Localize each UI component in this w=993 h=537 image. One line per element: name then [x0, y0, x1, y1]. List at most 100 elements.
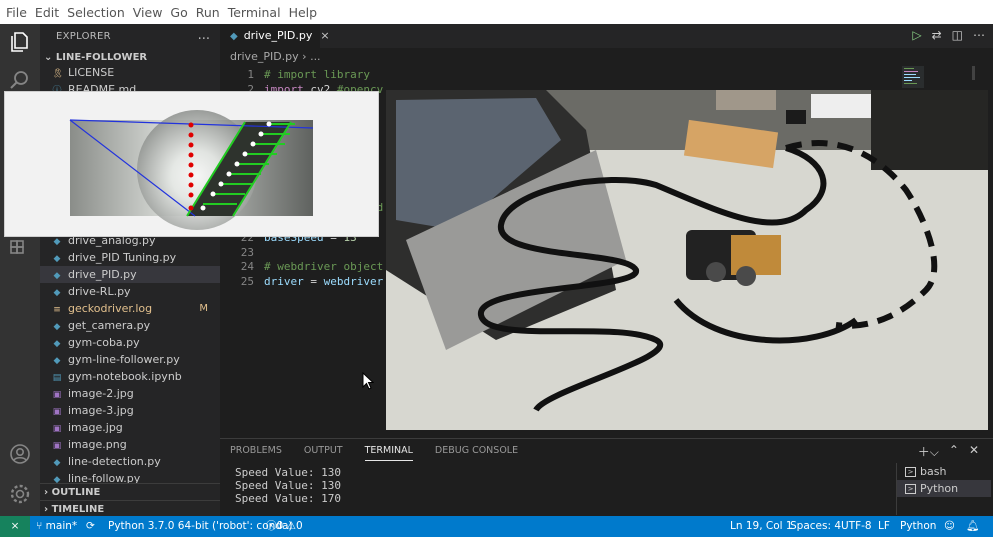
line-ending[interactable]: LF	[878, 516, 890, 537]
terminal-icon: >	[905, 484, 916, 494]
close-icon[interactable]: ×	[320, 29, 329, 42]
interpreter-selector[interactable]: Python 3.7.0 64-bit ('robot': conda)	[108, 516, 292, 537]
terminal-line: Speed Value: 170	[235, 492, 341, 505]
file-name: line-detection.py	[68, 455, 161, 468]
language-mode[interactable]: Python	[900, 516, 936, 537]
file-item[interactable]: ▤ gym-notebook.ipynb	[40, 368, 220, 385]
code-line: 24 # webdriver object	[220, 259, 383, 274]
more-actions-icon[interactable]: ⋯	[973, 28, 985, 42]
remote-icon[interactable]: ⨯	[0, 516, 30, 537]
timeline-section[interactable]: › TIMELINE	[40, 500, 220, 516]
code-line: 23	[220, 245, 264, 260]
compare-icon[interactable]: ⇄	[932, 28, 942, 42]
encoding[interactable]: UTF-8	[841, 516, 872, 537]
menu-run[interactable]: Run	[196, 5, 220, 20]
tab-terminal[interactable]: TERMINAL	[364, 445, 413, 461]
run-icon[interactable]: ▷	[912, 28, 921, 42]
code-token: =	[303, 275, 324, 289]
error-icon: ⓧ	[266, 520, 277, 532]
tab-drive-pid[interactable]: ◆ drive_PID.py ×	[220, 24, 330, 48]
terminal-name: bash	[920, 465, 947, 478]
file-item[interactable]: ◆ line-detection.py	[40, 453, 220, 470]
terminal-line: Speed Value: 130	[235, 466, 341, 479]
menu-file[interactable]: File	[6, 5, 27, 20]
menu-help[interactable]: Help	[289, 5, 318, 20]
close-icon[interactable]: ✕	[969, 443, 979, 460]
file-name: gym-line-follower.py	[68, 353, 180, 366]
branch-indicator[interactable]: ⑂ main*	[36, 516, 77, 537]
problems-indicator[interactable]: ⓧ0 ⚠0	[266, 516, 303, 537]
terminal-icon: >	[905, 467, 916, 477]
folder-name: LINE-FOLLOWER	[55, 52, 148, 63]
file-name: get_camera.py	[68, 319, 151, 332]
more-actions-icon[interactable]: ...	[198, 28, 210, 43]
camera-frame-image	[69, 110, 314, 230]
chevron-down-icon: ⌄	[44, 52, 53, 63]
robot-video-overlay	[386, 90, 988, 430]
menu-bar: File Edit Selection View Go Run Terminal…	[0, 0, 993, 24]
terminal-item-python[interactable]: > Python	[897, 480, 991, 497]
menu-edit[interactable]: Edit	[35, 5, 59, 20]
file-item[interactable]: ◆ get_camera.py	[40, 317, 220, 334]
file-item[interactable]: ▣ image.png	[40, 436, 220, 453]
folder-header[interactable]: ⌄ LINE-FOLLOWER	[44, 52, 147, 63]
file-item[interactable]: ◆ drive_PID.py	[40, 266, 220, 283]
add-terminal-icon[interactable]: ＋⌵	[918, 443, 939, 460]
file-item[interactable]: ◆ gym-coba.py	[40, 334, 220, 351]
file-item[interactable]: ≡ geckodriver.log M	[40, 300, 220, 317]
file-item[interactable]: ◆ drive_PID Tuning.py	[40, 249, 220, 266]
tab-problems[interactable]: PROBLEMS	[230, 445, 282, 461]
terminal-line: Speed Value: 130	[235, 479, 341, 492]
file-item[interactable]: 🎗 LICENSE	[40, 64, 220, 81]
tab-output[interactable]: OUTPUT	[304, 445, 343, 461]
warning-count: 0	[295, 520, 303, 532]
line-number: 1	[247, 68, 254, 81]
file-name: geckodriver.log	[68, 302, 153, 315]
gear-icon[interactable]	[8, 482, 32, 506]
files-icon[interactable]	[8, 30, 32, 54]
menu-selection[interactable]: Selection	[67, 5, 125, 20]
timeline-label: TIMELINE	[51, 504, 105, 515]
split-editor-icon[interactable]: ◫	[952, 28, 963, 42]
status-bar: ⨯ ⑂ main* ⟳ Python 3.7.0 64-bit ('robot'…	[0, 516, 993, 537]
breadcrumb[interactable]: drive_PID.py › ...	[220, 48, 993, 66]
panel-tabs: PROBLEMS OUTPUT TERMINAL DEBUG CONSOLE	[230, 445, 518, 461]
cursor-position[interactable]: Ln 19, Col 1	[730, 516, 793, 537]
file-name: drive_PID Tuning.py	[68, 251, 177, 264]
file-name: gym-notebook.ipynb	[68, 370, 182, 383]
file-item[interactable]: ▣ image-3.jpg	[40, 402, 220, 419]
search-icon[interactable]	[8, 68, 32, 92]
bottom-panel: PROBLEMS OUTPUT TERMINAL DEBUG CONSOLE ＋…	[220, 438, 993, 516]
menu-terminal[interactable]: Terminal	[228, 5, 281, 20]
file-item[interactable]: ▣ image-2.jpg	[40, 385, 220, 402]
code-token: webdriver	[323, 275, 384, 289]
file-item[interactable]: ▣ image.jpg	[40, 419, 220, 436]
terminal-list: > bash > Python	[896, 463, 991, 515]
code-line: 1 # import library	[220, 67, 370, 82]
modified-badge: M	[199, 303, 208, 314]
outline-section[interactable]: › OUTLINE	[40, 483, 220, 500]
file-name: drive_PID.py	[68, 268, 137, 281]
branch-icon: ⑂	[36, 520, 43, 532]
sync-icon[interactable]: ⟳	[86, 516, 95, 537]
tab-label: drive_PID.py	[243, 29, 313, 42]
chevron-up-icon[interactable]: ⌃	[949, 443, 959, 460]
file-item[interactable]: ◆ gym-line-follower.py	[40, 351, 220, 368]
feedback-icon[interactable]: ☺	[944, 516, 955, 537]
python-icon: ◆	[230, 31, 238, 42]
explorer-title: EXPLORER	[56, 31, 111, 42]
menu-go[interactable]: Go	[170, 5, 187, 20]
outline-label: OUTLINE	[51, 487, 101, 498]
chevron-right-icon: ›	[44, 504, 49, 515]
account-icon[interactable]	[8, 442, 32, 466]
panel-actions: ＋⌵ ⌃ ✕	[918, 443, 979, 460]
terminal-name: Python	[920, 482, 959, 495]
tab-debug-console[interactable]: DEBUG CONSOLE	[435, 445, 518, 461]
indentation[interactable]: Spaces: 4	[790, 516, 841, 537]
terminal-item-bash[interactable]: > bash	[897, 463, 991, 480]
bell-icon[interactable]: 🔔︎	[966, 516, 979, 537]
file-item[interactable]: ◆ drive-RL.py	[40, 283, 220, 300]
editor-tabs: ◆ drive_PID.py × ▷ ⇄ ◫ ⋯	[220, 24, 993, 48]
menu-view[interactable]: View	[133, 5, 163, 20]
code-line: 25 driver = webdriver	[220, 274, 383, 289]
